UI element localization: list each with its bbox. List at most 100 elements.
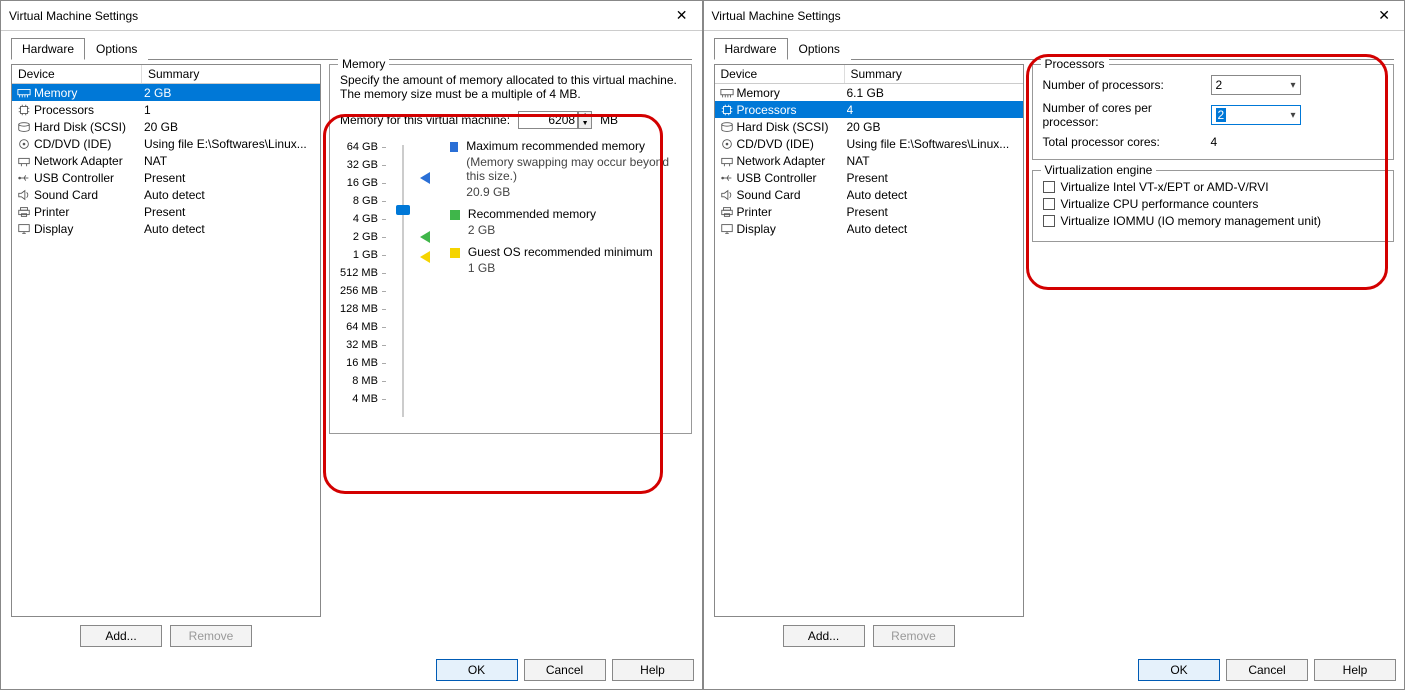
device-name: Printer — [34, 205, 144, 219]
device-name: Hard Disk (SCSI) — [737, 120, 847, 134]
header-device: Device — [715, 65, 845, 83]
add-button[interactable]: Add... — [80, 625, 162, 647]
ok-button[interactable]: OK — [436, 659, 518, 681]
checkbox-icon — [1043, 181, 1055, 193]
device-summary: 6.1 GB — [847, 86, 1019, 100]
memory-tick: 32 GB — [347, 157, 386, 173]
device-table: Device Summary Memory2 GBProcessors1Hard… — [11, 64, 321, 617]
device-summary: Present — [847, 171, 1019, 185]
header-device: Device — [12, 65, 142, 83]
checkbox-icon — [1043, 215, 1055, 227]
device-summary: 4 — [847, 103, 1019, 117]
device-row[interactable]: PrinterPresent — [12, 203, 320, 220]
help-button[interactable]: Help — [612, 659, 694, 681]
rec-memory-label: Recommended memory — [468, 207, 596, 221]
device-row[interactable]: Hard Disk (SCSI)20 GB — [715, 118, 1023, 135]
device-name: Processors — [737, 103, 847, 117]
device-row[interactable]: Processors4 — [715, 101, 1023, 118]
cancel-button[interactable]: Cancel — [1226, 659, 1308, 681]
device-summary: Present — [144, 171, 316, 185]
device-row[interactable]: Hard Disk (SCSI)20 GB — [12, 118, 320, 135]
processors-icon — [16, 103, 32, 117]
virtualization-group-label: Virtualization engine — [1041, 163, 1157, 177]
device-row[interactable]: CD/DVD (IDE)Using file E:\Softwares\Linu… — [12, 135, 320, 152]
device-table: Device Summary Memory6.1 GBProcessors4Ha… — [714, 64, 1024, 617]
device-summary: Auto detect — [144, 188, 316, 202]
ok-button[interactable]: OK — [1138, 659, 1220, 681]
device-name: Printer — [737, 205, 847, 219]
device-row[interactable]: USB ControllerPresent — [715, 169, 1023, 186]
device-row[interactable]: PrinterPresent — [715, 203, 1023, 220]
memory-tick: 64 GB — [347, 139, 386, 155]
device-row[interactable]: CD/DVD (IDE)Using file E:\Softwares\Linu… — [715, 135, 1023, 152]
device-row[interactable]: Network AdapterNAT — [12, 152, 320, 169]
spinner-down-icon[interactable]: ▼ — [579, 120, 591, 128]
vm-settings-dialog-left: Virtual Machine Settings ✕ Hardware Opti… — [0, 0, 703, 690]
device-row[interactable]: Sound CardAuto detect — [715, 186, 1023, 203]
display-icon — [719, 222, 735, 236]
spinner-up-icon[interactable]: ▲ — [579, 112, 591, 120]
device-row[interactable]: Network AdapterNAT — [715, 152, 1023, 169]
memory-tick: 16 MB — [346, 355, 386, 371]
device-summary: Auto detect — [847, 222, 1019, 236]
chevron-down-icon: ▾ — [1290, 80, 1295, 91]
checkbox-icon — [1043, 198, 1055, 210]
memory-icon — [719, 86, 735, 100]
processors-icon — [719, 103, 735, 117]
device-row[interactable]: USB ControllerPresent — [12, 169, 320, 186]
device-summary: NAT — [847, 154, 1019, 168]
virt-perf-checkbox[interactable]: Virtualize CPU performance counters — [1043, 197, 1384, 211]
max-memory-label: Maximum recommended memory — [466, 139, 680, 153]
device-name: Hard Disk (SCSI) — [34, 120, 144, 134]
virt-perf-label: Virtualize CPU performance counters — [1061, 197, 1259, 211]
device-row[interactable]: DisplayAuto detect — [715, 220, 1023, 237]
device-row[interactable]: Memory6.1 GB — [715, 84, 1023, 101]
memory-input[interactable] — [518, 111, 578, 129]
remove-button[interactable]: Remove — [170, 625, 252, 647]
virt-iommu-checkbox[interactable]: Virtualize IOMMU (IO memory management u… — [1043, 214, 1384, 228]
cancel-button[interactable]: Cancel — [524, 659, 606, 681]
device-row[interactable]: Sound CardAuto detect — [12, 186, 320, 203]
add-button[interactable]: Add... — [783, 625, 865, 647]
num-proc-value: 2 — [1216, 78, 1223, 92]
tab-hardware[interactable]: Hardware — [714, 38, 788, 60]
close-icon[interactable]: ✕ — [1372, 7, 1396, 24]
usb-controller-icon — [719, 171, 735, 185]
device-summary: NAT — [144, 154, 316, 168]
cores-value: 2 — [1216, 108, 1227, 122]
network-adapter-icon — [719, 154, 735, 168]
close-icon[interactable]: ✕ — [670, 7, 694, 24]
device-name: Memory — [34, 86, 144, 100]
num-proc-label: Number of processors: — [1043, 78, 1203, 92]
tab-options[interactable]: Options — [788, 38, 851, 60]
min-memory-label: Guest OS recommended minimum — [468, 245, 653, 259]
device-name: Processors — [34, 103, 144, 117]
marker-max-icon — [420, 172, 430, 184]
memory-tick: 256 MB — [340, 283, 386, 299]
device-row[interactable]: Memory2 GB — [12, 84, 320, 101]
total-cores-value: 4 — [1211, 135, 1301, 149]
memory-slider-track[interactable] — [398, 145, 408, 417]
tab-hardware[interactable]: Hardware — [11, 38, 85, 60]
max-swatch-icon — [450, 142, 458, 152]
memory-input-label: Memory for this virtual machine: — [340, 113, 510, 127]
virt-vtx-checkbox[interactable]: Virtualize Intel VT-x/EPT or AMD-V/RVI — [1043, 180, 1384, 194]
device-row[interactable]: Processors1 — [12, 101, 320, 118]
device-summary: Using file E:\Softwares\Linux... — [144, 137, 316, 151]
memory-spinner[interactable]: ▲ ▼ — [578, 111, 592, 129]
remove-button[interactable]: Remove — [873, 625, 955, 647]
device-name: Sound Card — [737, 188, 847, 202]
memory-tick: 16 GB — [347, 175, 386, 191]
device-row[interactable]: DisplayAuto detect — [12, 220, 320, 237]
device-summary: 2 GB — [144, 86, 316, 100]
help-button[interactable]: Help — [1314, 659, 1396, 681]
memory-tick: 32 MB — [346, 337, 386, 353]
virt-iommu-label: Virtualize IOMMU (IO memory management u… — [1061, 214, 1322, 228]
memory-group-label: Memory — [338, 57, 389, 71]
cores-combo[interactable]: 2 ▾ — [1211, 105, 1301, 125]
tab-options[interactable]: Options — [85, 38, 148, 60]
hard-disk-scsi--icon — [16, 120, 32, 134]
num-proc-combo[interactable]: 2 ▾ — [1211, 75, 1301, 95]
memory-slider-handle[interactable] — [396, 205, 410, 215]
device-name: Memory — [737, 86, 847, 100]
